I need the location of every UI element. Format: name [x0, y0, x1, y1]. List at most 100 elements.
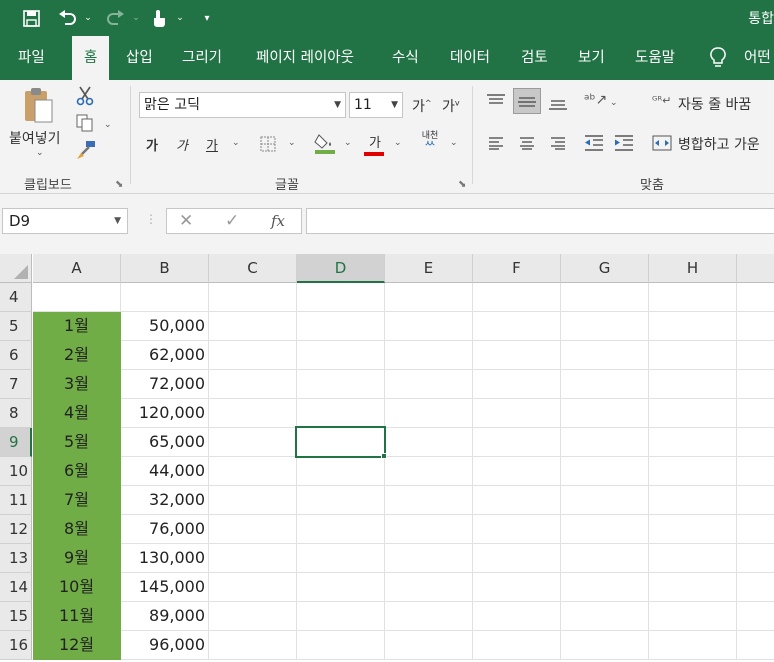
row-header-14[interactable]: 14 [0, 573, 32, 602]
column-header-e[interactable]: E [385, 254, 473, 283]
cell-g4[interactable] [561, 283, 649, 312]
cell-b6[interactable]: 62,000 [121, 341, 209, 370]
active-cell-outline[interactable] [295, 426, 386, 458]
cell-g13[interactable] [561, 544, 649, 573]
cell-f12[interactable] [473, 515, 561, 544]
font-size-combo[interactable]: 11 ▼ [349, 92, 403, 118]
cell-a11[interactable]: 7월 [33, 486, 121, 515]
font-color-button[interactable]: 가 [364, 132, 386, 156]
cell-h16[interactable] [649, 631, 737, 660]
column-header-c[interactable]: C [209, 254, 297, 283]
column-header-a[interactable]: A [33, 254, 121, 283]
cell-i12[interactable] [737, 515, 774, 544]
borders-dropdown-icon[interactable]: ⌄ [288, 138, 296, 148]
cell-h4[interactable] [649, 283, 737, 312]
cell-i14[interactable] [737, 573, 774, 602]
font-color-dropdown-icon[interactable]: ⌄ [394, 138, 402, 148]
wrap-text-button[interactable]: 자동 줄 바꿈 [678, 94, 751, 114]
cell-i16[interactable] [737, 631, 774, 660]
cell-a5[interactable]: 1월 [33, 312, 121, 341]
cell-f14[interactable] [473, 573, 561, 602]
cell-b10[interactable]: 44,000 [121, 457, 209, 486]
cell-d16[interactable] [297, 631, 385, 660]
paste-button-label[interactable]: 붙여넣기 [9, 128, 61, 148]
cut-icon[interactable] [76, 86, 94, 110]
row-header-12[interactable]: 12 [0, 515, 32, 544]
tell-me-search[interactable]: 어떤 [744, 36, 771, 80]
shrink-font-button[interactable]: 가v [442, 96, 460, 116]
cell-b13[interactable]: 130,000 [121, 544, 209, 573]
cell-b16[interactable]: 96,000 [121, 631, 209, 660]
cell-a4[interactable] [33, 283, 121, 312]
wrap-text-icon[interactable]: ᴳᴿ↵ [652, 94, 671, 107]
align-center-icon[interactable] [518, 136, 536, 154]
cell-f9[interactable] [473, 428, 561, 457]
merge-center-icon[interactable] [652, 135, 672, 155]
cell-f11[interactable] [473, 486, 561, 515]
cell-c14[interactable] [209, 573, 297, 602]
touch-mode-icon[interactable] [148, 6, 170, 30]
cell-g9[interactable] [561, 428, 649, 457]
decrease-indent-icon[interactable] [584, 135, 604, 155]
orientation-icon[interactable]: ᵃᵇ↗ [584, 92, 607, 108]
tab-formulas[interactable]: 수식 [392, 36, 419, 80]
cell-b12[interactable]: 76,000 [121, 515, 209, 544]
cell-g7[interactable] [561, 370, 649, 399]
cell-a12[interactable]: 8월 [33, 515, 121, 544]
cell-g15[interactable] [561, 602, 649, 631]
cell-e6[interactable] [385, 341, 473, 370]
cell-d13[interactable] [297, 544, 385, 573]
cell-f10[interactable] [473, 457, 561, 486]
cell-f8[interactable] [473, 399, 561, 428]
cell-i11[interactable] [737, 486, 774, 515]
enter-icon[interactable]: ✓ [225, 211, 239, 231]
cell-i7[interactable] [737, 370, 774, 399]
cell-d14[interactable] [297, 573, 385, 602]
underline-button[interactable]: 가 [206, 135, 218, 154]
cell-c12[interactable] [209, 515, 297, 544]
worksheet-grid[interactable]: A B C D E F G H 4 5 1월 50,000 6 2월 62,000 7 3월 72,000 8 4월 1… [0, 254, 774, 662]
cell-e7[interactable] [385, 370, 473, 399]
cell-c8[interactable] [209, 399, 297, 428]
formula-input[interactable] [306, 208, 774, 234]
cell-g8[interactable] [561, 399, 649, 428]
cell-h5[interactable] [649, 312, 737, 341]
format-painter-icon[interactable] [76, 140, 96, 164]
cell-h7[interactable] [649, 370, 737, 399]
orientation-dropdown-icon[interactable]: ⌄ [610, 98, 618, 108]
row-header-5[interactable]: 5 [0, 312, 32, 341]
font-name-combo[interactable]: 맑은 고딕 ▼ [139, 92, 346, 118]
cell-i6[interactable] [737, 341, 774, 370]
column-header-b[interactable]: B [121, 254, 209, 283]
cell-e8[interactable] [385, 399, 473, 428]
cell-b8[interactable]: 120,000 [121, 399, 209, 428]
cell-f16[interactable] [473, 631, 561, 660]
paste-icon[interactable] [22, 86, 54, 128]
cell-f7[interactable] [473, 370, 561, 399]
copy-dropdown-icon[interactable]: ⌄ [104, 120, 112, 130]
column-header-d[interactable]: D [297, 254, 385, 283]
cell-h10[interactable] [649, 457, 737, 486]
cell-c7[interactable] [209, 370, 297, 399]
cell-c4[interactable] [209, 283, 297, 312]
cell-f5[interactable] [473, 312, 561, 341]
cell-g12[interactable] [561, 515, 649, 544]
tab-help[interactable]: 도움말 [635, 36, 675, 80]
tab-home[interactable]: 홈 [72, 36, 110, 80]
increase-indent-icon[interactable] [614, 135, 634, 155]
cell-i8[interactable] [737, 399, 774, 428]
cell-a14[interactable]: 10월 [33, 573, 121, 602]
cell-f13[interactable] [473, 544, 561, 573]
select-all-corner[interactable] [0, 254, 32, 283]
cell-a13[interactable]: 9월 [33, 544, 121, 573]
cell-d12[interactable] [297, 515, 385, 544]
font-launcher-icon[interactable]: ⬊ [458, 179, 466, 190]
tab-page-layout[interactable]: 페이지 레이아웃 [256, 36, 354, 80]
tab-draw[interactable]: 그리기 [182, 36, 222, 80]
insert-function-icon[interactable]: fx [271, 212, 285, 230]
cell-c9[interactable] [209, 428, 297, 457]
row-header-7[interactable]: 7 [0, 370, 32, 399]
cell-g16[interactable] [561, 631, 649, 660]
cell-e4[interactable] [385, 283, 473, 312]
row-header-15[interactable]: 15 [0, 602, 32, 631]
